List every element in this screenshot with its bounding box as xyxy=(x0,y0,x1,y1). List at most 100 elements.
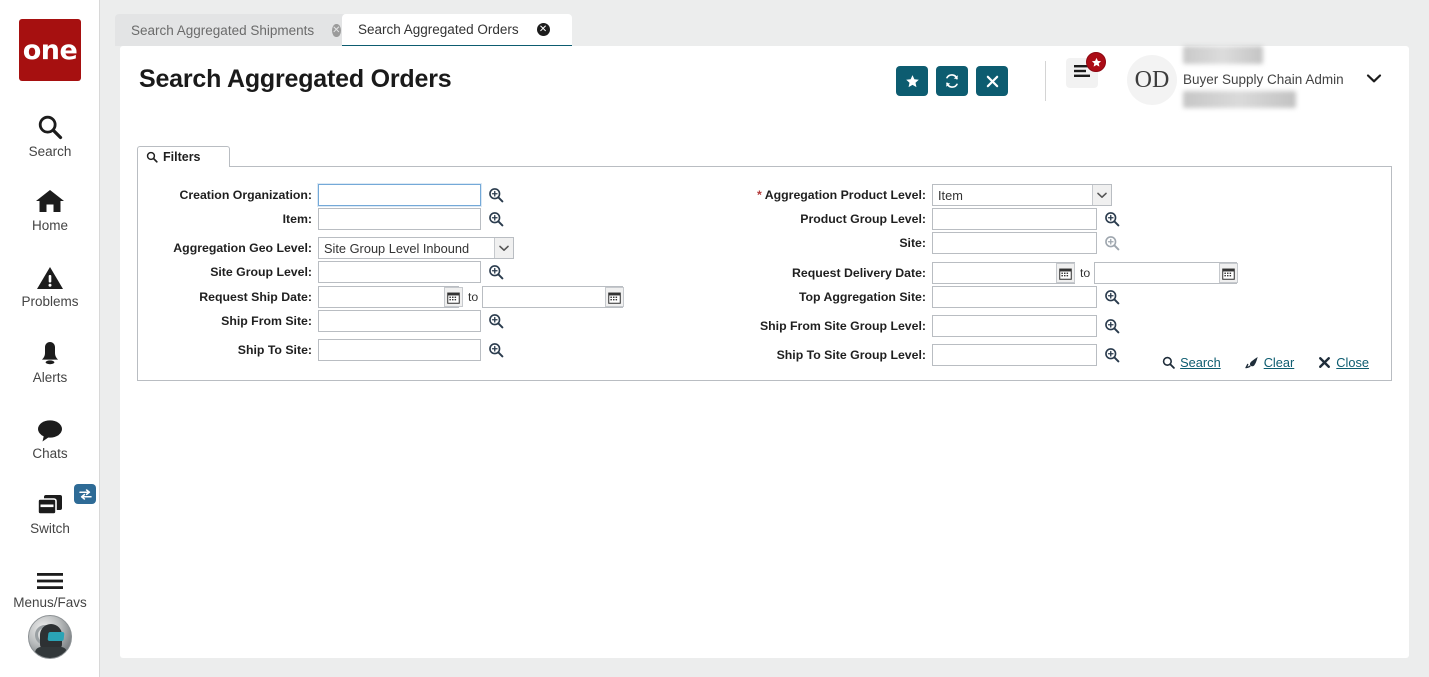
chevron-down-icon[interactable] xyxy=(1092,185,1111,205)
field-label: Request Delivery Date: xyxy=(738,262,926,284)
sidebar-item-label: Alerts xyxy=(33,370,68,385)
warning-triangle-icon xyxy=(36,257,64,291)
site-group-level-lookup-icon[interactable] xyxy=(488,264,504,280)
ai-assistant-avatar-icon[interactable] xyxy=(28,615,72,659)
request-delivery-date-from-input[interactable] xyxy=(932,262,1075,284)
site-group-level-input[interactable] xyxy=(318,261,481,283)
request-delivery-date-from-calendar-icon[interactable] xyxy=(1056,263,1075,283)
ship-to-site-lookup-icon[interactable] xyxy=(488,342,504,358)
switch-swap-badge[interactable] xyxy=(74,484,96,504)
field-row-product-group-level: Product Group Level: xyxy=(738,208,1238,230)
ship-to-site-group-level-input[interactable] xyxy=(932,344,1097,366)
field-row-creation-organization: Creation Organization: xyxy=(138,184,518,206)
sidebar-item-chats[interactable]: Chats xyxy=(0,409,100,461)
tab-search-aggregated-shipments[interactable]: Search Aggregated Shipments ✕ xyxy=(115,14,346,46)
home-icon xyxy=(35,181,65,215)
search-link-label: Search xyxy=(1180,355,1221,370)
refresh-button[interactable] xyxy=(936,66,968,96)
user-role-label: Buyer Supply Chain Admin xyxy=(1183,72,1344,87)
ship-to-site-input[interactable] xyxy=(318,339,481,361)
field-label: Item: xyxy=(138,208,312,230)
field-label: Ship To Site Group Level: xyxy=(738,344,926,366)
item-input[interactable] xyxy=(318,208,481,230)
top-aggregation-site-lookup-icon[interactable] xyxy=(1104,289,1120,305)
field-label: Ship From Site Group Level: xyxy=(738,315,926,337)
field-label: Top Aggregation Site: xyxy=(738,286,926,308)
product-group-level-input[interactable] xyxy=(932,208,1097,230)
request-ship-date-from-input[interactable] xyxy=(318,286,459,308)
favorite-button[interactable] xyxy=(896,66,928,96)
request-delivery-date-to-input[interactable] xyxy=(1094,262,1237,284)
field-label: Product Group Level: xyxy=(738,208,926,230)
page-title: Search Aggregated Orders xyxy=(139,65,451,94)
bell-icon xyxy=(37,333,63,367)
clear-link[interactable]: Clear xyxy=(1245,355,1295,370)
ship-from-site-lookup-icon[interactable] xyxy=(488,313,504,329)
x-icon xyxy=(986,75,999,88)
chevron-down-icon[interactable] xyxy=(494,238,513,258)
sidebar-item-alerts[interactable]: Alerts xyxy=(0,333,100,385)
field-row-ship-to-site: Ship To Site: xyxy=(138,339,518,361)
request-delivery-date-to-calendar-icon[interactable] xyxy=(1219,263,1238,283)
ship-from-site-input[interactable] xyxy=(318,310,481,332)
creation-organization-input[interactable] xyxy=(318,184,481,206)
application-root: one Search Home Problems Alerts xyxy=(0,0,1429,677)
sidebar-item-menus-favs[interactable]: Menus/Favs xyxy=(0,558,100,610)
one-network-logo[interactable]: one xyxy=(19,19,81,81)
filters-tab-strip: Filters xyxy=(137,146,1392,167)
sidebar-item-search[interactable]: Search xyxy=(0,107,100,159)
tab-filters[interactable]: Filters xyxy=(137,146,230,168)
product-group-level-lookup-icon[interactable] xyxy=(1104,211,1120,227)
user-avatar[interactable]: OD xyxy=(1127,55,1177,105)
user-menu-toggle[interactable] xyxy=(1358,64,1390,96)
top-aggregation-site-input[interactable] xyxy=(932,286,1097,308)
field-label: Ship From Site: xyxy=(138,310,312,332)
aggregation-geo-level-select[interactable]: Site Group Level Inbound xyxy=(318,237,514,259)
date-range-separator: to xyxy=(468,286,478,308)
creation-organization-lookup-icon[interactable] xyxy=(488,187,504,203)
close-circle-icon[interactable]: ✕ xyxy=(537,23,550,36)
chevron-down-icon xyxy=(1366,71,1382,89)
close-link[interactable]: Close xyxy=(1318,355,1369,370)
brush-icon xyxy=(1245,356,1259,369)
clear-link-label: Clear xyxy=(1264,355,1295,370)
x-icon xyxy=(1318,356,1331,369)
site-input[interactable] xyxy=(932,232,1097,254)
header-divider xyxy=(1045,61,1046,101)
field-row-aggregation-geo-level: Aggregation Geo Level: Site Group Level … xyxy=(138,237,518,259)
sidebar-item-home[interactable]: Home xyxy=(0,181,100,233)
field-label: Site Group Level: xyxy=(138,261,312,283)
user-name-redacted xyxy=(1183,46,1263,64)
logo-text: one xyxy=(23,37,78,64)
search-icon xyxy=(36,107,64,141)
sidebar-item-problems[interactable]: Problems xyxy=(0,257,100,309)
tab-label: Search Aggregated Orders xyxy=(342,22,519,37)
field-label: Aggregation Geo Level: xyxy=(138,237,312,259)
item-lookup-icon[interactable] xyxy=(488,211,504,227)
request-ship-date-from-calendar-icon[interactable] xyxy=(444,287,463,307)
search-link[interactable]: Search xyxy=(1162,355,1221,370)
aggregation-product-level-select[interactable]: Item xyxy=(932,184,1112,206)
field-row-request-delivery-date: Request Delivery Date: to xyxy=(738,262,1358,284)
request-ship-date-to-input[interactable] xyxy=(482,286,623,308)
browser-tab-strip: Search Aggregated Shipments ✕ Search Agg… xyxy=(100,0,1429,46)
user-organization-redacted xyxy=(1183,91,1296,108)
field-row-item: Item: xyxy=(138,208,518,230)
field-label: Creation Organization: xyxy=(138,184,312,206)
windows-stack-icon xyxy=(35,484,65,518)
search-icon xyxy=(146,151,158,163)
close-circle-icon[interactable]: ✕ xyxy=(332,24,340,37)
ship-from-site-group-level-input[interactable] xyxy=(932,315,1097,337)
field-row-request-ship-date: Request Ship Date: to xyxy=(138,286,608,308)
ship-to-site-group-level-lookup-icon[interactable] xyxy=(1104,347,1120,363)
star-badge-icon[interactable] xyxy=(1086,52,1106,72)
close-button[interactable] xyxy=(976,66,1008,96)
tab-filters-label: Filters xyxy=(163,150,201,164)
tab-label: Search Aggregated Shipments xyxy=(115,23,314,38)
ship-from-site-group-level-lookup-icon[interactable] xyxy=(1104,318,1120,334)
field-row-site-group-level: Site Group Level: xyxy=(138,261,518,283)
search-icon xyxy=(1162,356,1175,369)
required-marker: * xyxy=(757,188,762,202)
request-ship-date-to-calendar-icon[interactable] xyxy=(605,287,624,307)
tab-search-aggregated-orders[interactable]: Search Aggregated Orders ✕ xyxy=(342,14,572,47)
